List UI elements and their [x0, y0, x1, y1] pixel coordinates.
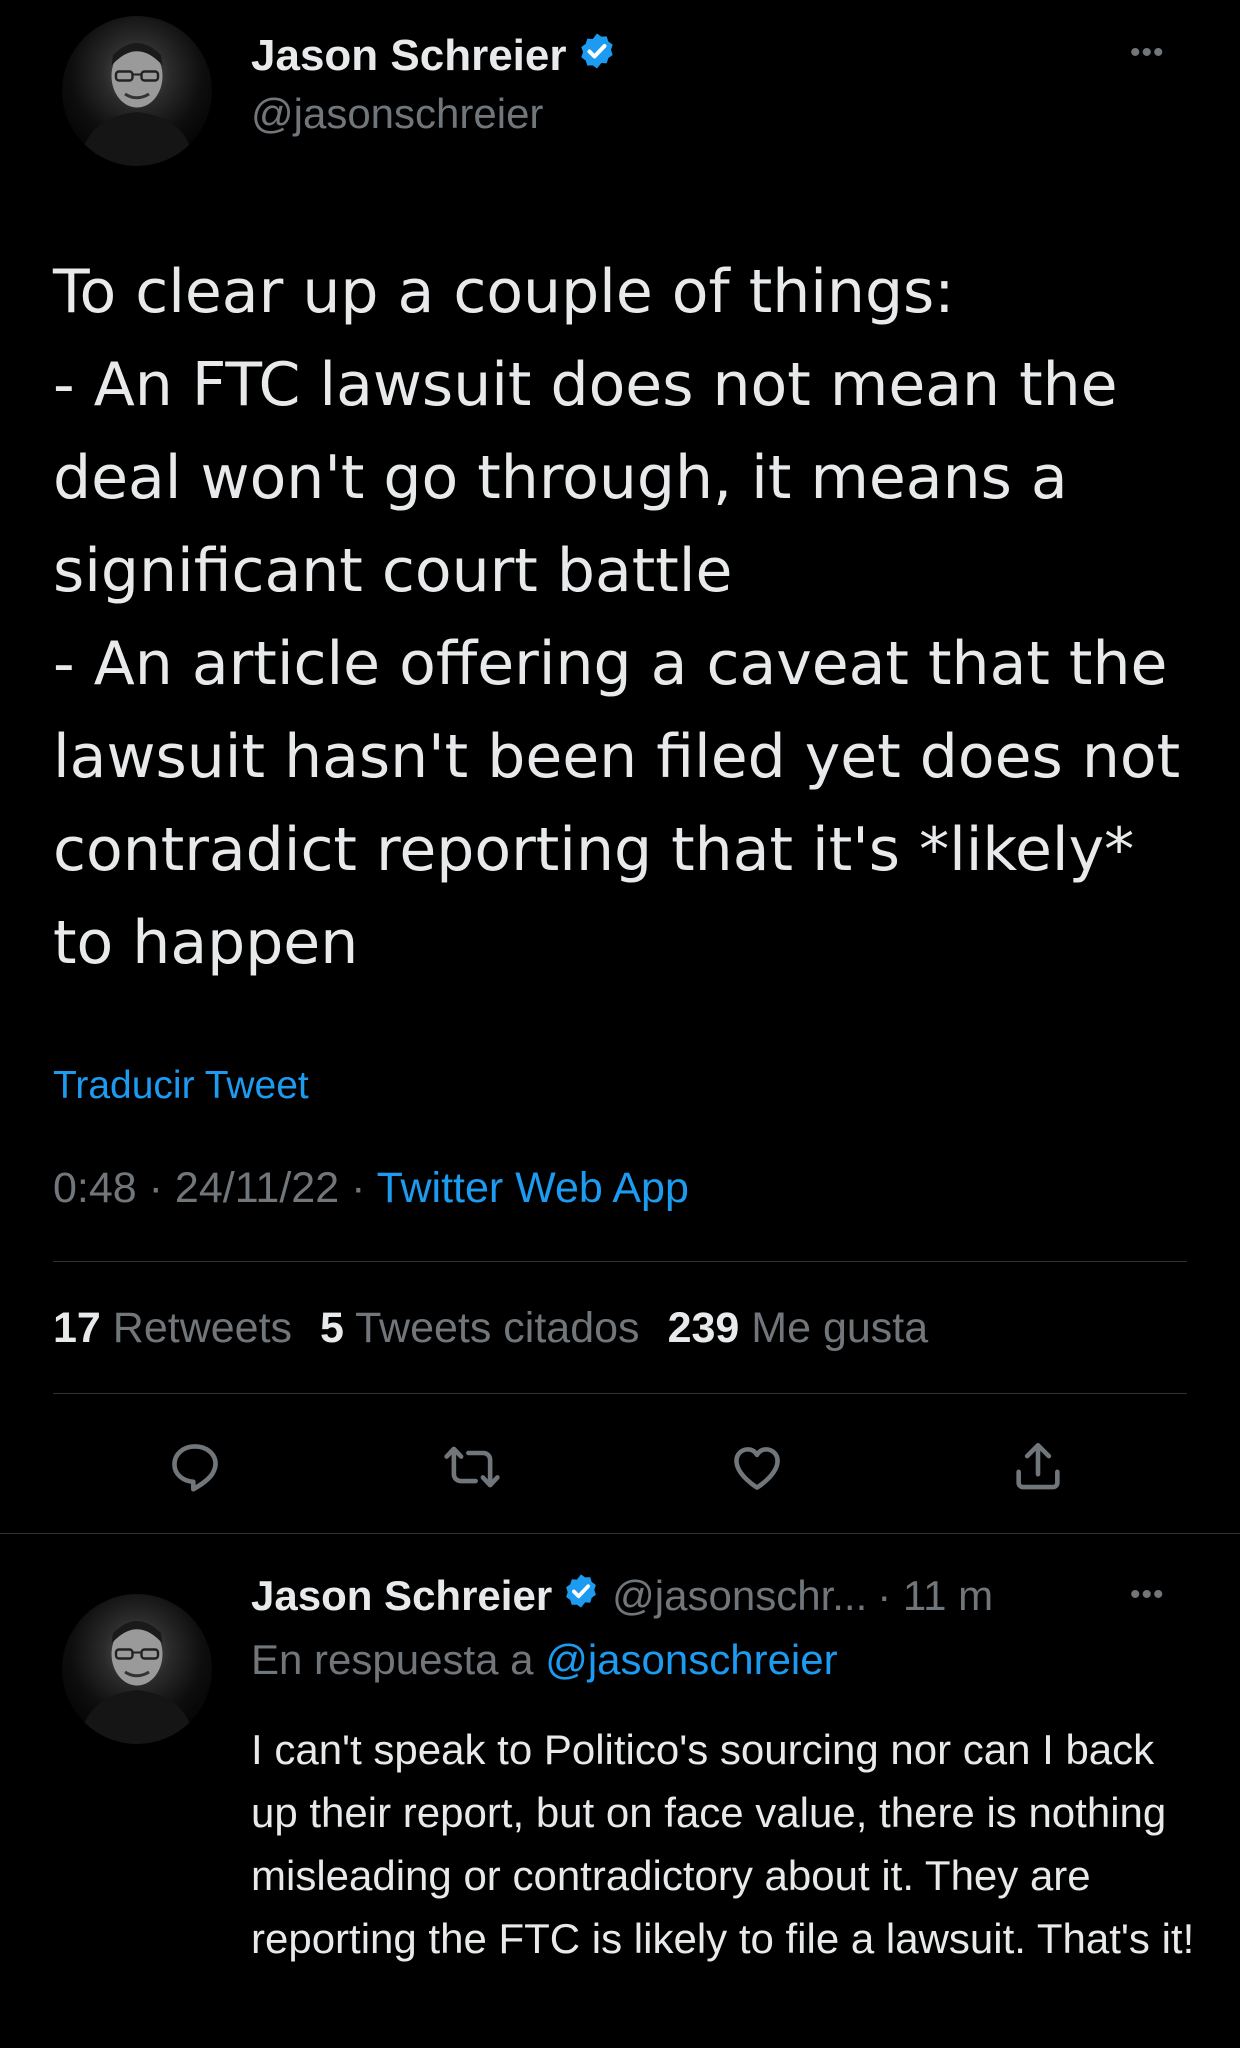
share-icon	[1016, 1442, 1060, 1490]
reply-tweet-text: I can't speak to Politico's sourcing nor…	[251, 1726, 1195, 1962]
tweet-source[interactable]: Twitter Web App	[377, 1164, 689, 1212]
avatar-photo	[80, 1621, 194, 1744]
more-glyph: •••	[1130, 36, 1165, 69]
author-handle[interactable]: @jasonschreier	[251, 90, 543, 138]
reply-time-ago[interactable]: · 11 m	[877, 1572, 993, 1620]
quotes-label: Tweets citados	[355, 1304, 640, 1352]
reply-icon	[172, 1444, 218, 1492]
replying-prefix: En respuesta a	[251, 1636, 534, 1683]
reply-author-row: Jason Schreier @jasonschr... · 11 m	[251, 1568, 993, 1624]
verified-badge-icon	[562, 1572, 600, 1620]
retweets-stat[interactable]: 17 Retweets	[53, 1304, 292, 1352]
share-button[interactable]	[1003, 1432, 1073, 1502]
replying-to: En respuesta a @jasonschreier	[251, 1636, 838, 1684]
author-name[interactable]: Jason Schreier	[251, 28, 617, 84]
tweet-text: To clear up a couple of things: - An FTC…	[53, 257, 1181, 978]
translate-tweet-link[interactable]: Traducir Tweet	[53, 1064, 309, 1108]
author-name-text: Jason Schreier	[251, 31, 567, 80]
divider	[53, 1261, 1187, 1262]
reply-author-avatar[interactable]	[62, 1594, 212, 1744]
divider	[53, 1393, 1187, 1394]
retweets-count: 17	[53, 1304, 101, 1352]
tweet-time[interactable]: 0:48	[53, 1164, 137, 1212]
tweet-date[interactable]: 24/11/22	[175, 1164, 339, 1212]
likes-count: 239	[667, 1304, 740, 1352]
verified-badge-icon	[577, 31, 617, 82]
replying-to-mention[interactable]: @jasonschreier	[545, 1636, 837, 1683]
likes-label: Me gusta	[751, 1304, 929, 1352]
likes-stat[interactable]: 239 Me gusta	[668, 1304, 929, 1352]
like-button[interactable]	[722, 1432, 792, 1502]
retweet-button[interactable]	[437, 1432, 507, 1502]
avatar-photo	[80, 43, 194, 166]
engagement-stats: 17 Retweets 5 Tweets citados 239 Me gusta	[53, 1304, 928, 1353]
quotes-count: 5	[320, 1304, 344, 1352]
meta-separator: ·	[136, 1164, 175, 1212]
more-glyph: •••	[1130, 1578, 1165, 1611]
retweet-icon	[444, 1446, 500, 1488]
more-horizontal-icon[interactable]: •••	[1130, 1578, 1165, 1612]
tweet-meta: 0:48 · 24/11/22 · Twitter Web App	[53, 1164, 689, 1213]
quotes-stat[interactable]: 5 Tweets citados	[320, 1304, 640, 1352]
author-avatar[interactable]	[62, 16, 212, 166]
reply-author-name[interactable]: Jason Schreier	[251, 1572, 552, 1620]
divider	[0, 1533, 1240, 1534]
like-icon	[734, 1447, 780, 1490]
meta-separator: ·	[339, 1164, 377, 1212]
reply-author-handle[interactable]: @jasonschr...	[612, 1572, 867, 1620]
more-horizontal-icon[interactable]: •••	[1130, 36, 1165, 70]
retweets-label: Retweets	[112, 1304, 293, 1352]
reply-button[interactable]	[160, 1432, 230, 1502]
